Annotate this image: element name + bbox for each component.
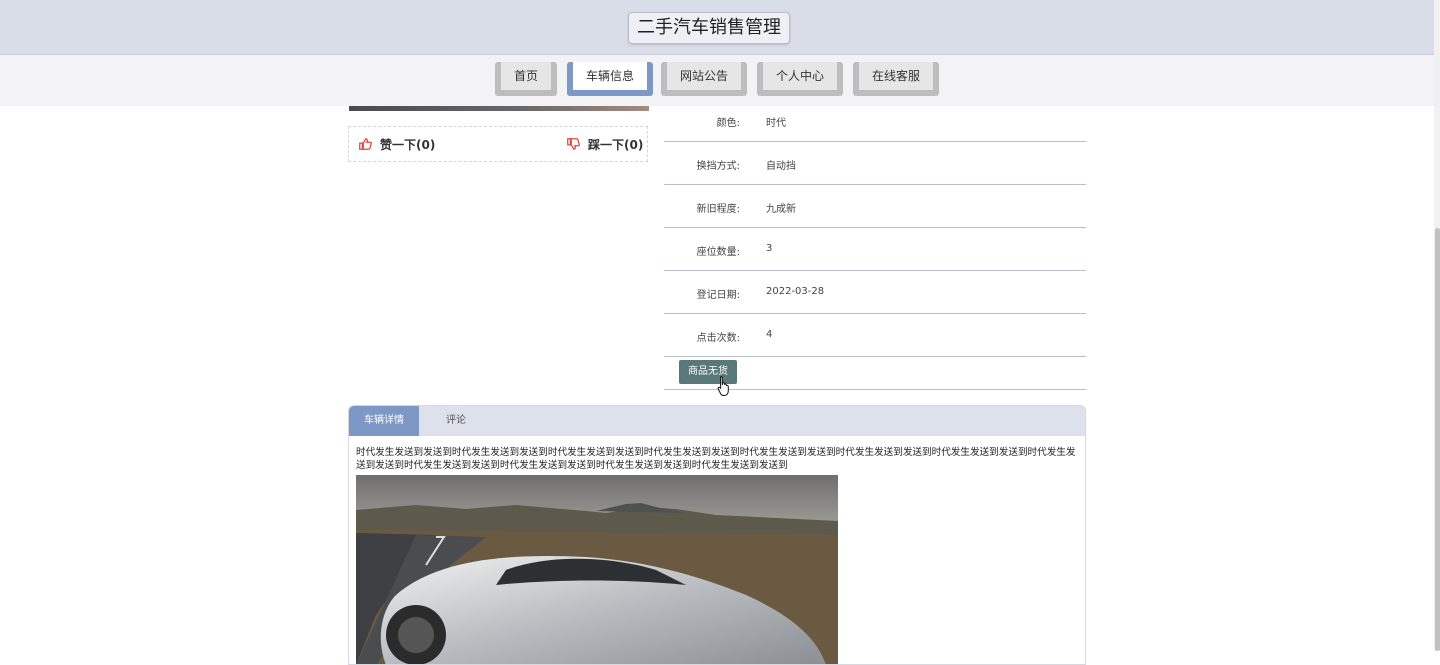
- like-label: 赞一下(0): [380, 138, 436, 152]
- info-label: 登记日期:: [696, 290, 740, 301]
- info-row-transmission: 换挡方式: 自动挡: [664, 141, 1086, 185]
- info-value: 4: [766, 329, 773, 340]
- page-scrollbar[interactable]: [1434, 0, 1440, 651]
- info-value: 2022-03-28: [766, 286, 825, 297]
- detail-panel: 车辆详情 评论 时代发生发送到发送到时代发生发送到发送到时代发生发送到发送到时代…: [348, 405, 1086, 665]
- header-bar: 二手汽车销售管理: [0, 0, 1434, 55]
- info-label: 颜色:: [716, 118, 740, 129]
- info-row-registration-date: 登记日期: 2022-03-28: [664, 270, 1086, 314]
- info-value: 九成新: [766, 204, 796, 215]
- nav-item-customer-service[interactable]: 在线客服: [853, 62, 939, 96]
- info-row-click-count: 点击次数: 4: [664, 313, 1086, 357]
- info-label: 座位数量:: [696, 247, 740, 258]
- nav-item-home[interactable]: 首页: [495, 62, 557, 96]
- info-label: 换挡方式:: [696, 161, 740, 172]
- nav-item-announcements[interactable]: 网站公告: [661, 62, 747, 96]
- nav-item-personal-center[interactable]: 个人中心: [757, 62, 843, 96]
- hand-pointer-icon: [717, 376, 729, 396]
- info-row-color: 颜色: 时代: [664, 98, 1086, 142]
- car-image-bottom-edge: [349, 106, 649, 111]
- dislike-label: 踩一下(0): [588, 138, 644, 152]
- tab-vehicle-details[interactable]: 车辆详情: [349, 406, 419, 436]
- dislike-button[interactable]: 踩一下(0): [566, 136, 643, 153]
- info-value: 自动挡: [766, 161, 796, 172]
- thumbs-up-icon: [359, 138, 372, 150]
- info-row-condition: 新旧程度: 九成新: [664, 184, 1086, 228]
- info-value: 3: [766, 243, 773, 254]
- info-label: 新旧程度:: [696, 204, 740, 215]
- tab-comments[interactable]: 评论: [421, 406, 491, 436]
- car-photo: [356, 475, 838, 664]
- vehicle-description: 时代发生发送到发送到时代发生发送到发送到时代发生发送到发送到时代发生发送到发送到…: [356, 447, 1076, 471]
- scrollbar-thumb[interactable]: [1435, 228, 1440, 651]
- info-row-seats: 座位数量: 3: [664, 227, 1086, 271]
- site-title: 二手汽车销售管理: [628, 12, 790, 44]
- thumbs-down-icon: [567, 138, 580, 150]
- vote-box: 赞一下(0) 踩一下(0): [348, 126, 648, 162]
- tab-bar: 车辆详情 评论: [349, 406, 1085, 436]
- nav-item-vehicle-info[interactable]: 车辆信息: [567, 62, 653, 96]
- info-label: 点击次数:: [696, 333, 740, 344]
- info-value: 时代: [766, 118, 786, 129]
- like-button[interactable]: 赞一下(0): [358, 136, 435, 153]
